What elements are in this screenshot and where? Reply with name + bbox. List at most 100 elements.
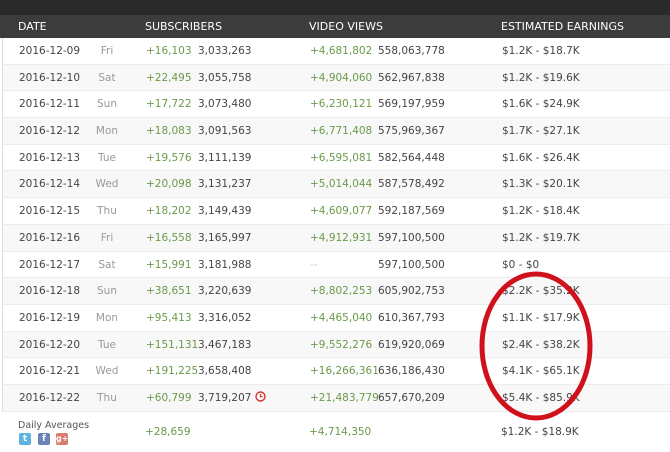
row-day: Mon — [95, 311, 119, 324]
row-view-total: 605,902,753 — [378, 285, 445, 298]
top-bar — [0, 0, 670, 15]
table-row: 2016-12-18 Sun +38,651 3,220,639 +8,802,253 6… — [3, 278, 670, 305]
table-header: DATE SUBSCRIBERS VIDEO VIEWS ESTIMATED E… — [0, 15, 670, 38]
table-row: 2016-12-12 Mon +18,083 3,091,563 +6,771,408 5… — [3, 118, 670, 145]
row-date: 2016-12-16 — [19, 231, 81, 244]
row-view-total: 569,197,959 — [378, 98, 445, 111]
row-day: Wed — [95, 365, 119, 378]
row-view-total: 558,063,778 — [378, 45, 445, 57]
table-body: 2016-12-09 Fri +16,103 3,033,263 +4,681,802 5… — [2, 38, 670, 412]
row-day: Fri — [100, 45, 114, 57]
avg-earnings: $1.2K - $18.9K — [501, 426, 579, 438]
row-view-total: 587,578,492 — [378, 178, 445, 191]
row-subscriber-delta: +17,722 — [146, 98, 192, 111]
row-subscriber-total: 3,149,439 — [198, 205, 252, 218]
row-earnings: $1.3K - $20.1K — [502, 178, 580, 191]
row-subscriber-delta: +38,651 — [146, 285, 192, 298]
header-video-views[interactable]: VIDEO VIEWS — [309, 20, 383, 33]
row-day: Thu — [97, 205, 117, 218]
row-subscriber-total: 3,033,263 — [198, 45, 252, 57]
row-subscriber-delta: +18,083 — [146, 125, 192, 138]
table-row: 2016-12-10 Sat +22,495 3,055,758 +4,904,060 5… — [3, 64, 670, 92]
row-subscriber-delta: +95,413 — [146, 311, 192, 324]
row-date: 2016-12-13 — [19, 151, 81, 164]
row-subscriber-delta: +60,799 — [146, 391, 192, 404]
table-row: 2016-12-13 Tue +19,576 3,111,139 +6,595,081 5… — [3, 145, 670, 172]
row-view-total: 562,967,838 — [378, 71, 445, 84]
row-day: Wed — [95, 178, 119, 191]
row-day: Thu — [97, 391, 117, 404]
facebook-icon[interactable]: f — [38, 433, 50, 445]
row-subscriber-total: 3,181,988 — [198, 258, 252, 271]
row-date: 2016-12-15 — [19, 205, 81, 218]
google-plus-icon[interactable]: g+ — [56, 433, 68, 445]
row-date: 2016-12-19 — [19, 311, 81, 324]
row-subscriber-total: 3,467,183 — [198, 338, 252, 351]
row-view-delta: +4,681,802 — [310, 45, 373, 57]
row-subscriber-delta: +18,202 — [146, 205, 192, 218]
row-view-delta: +4,904,060 — [310, 71, 373, 84]
row-view-delta: +21,483,779 — [310, 391, 379, 404]
row-earnings: $1.2K - $18.4K — [502, 205, 580, 218]
row-earnings: $1.1K - $17.9K — [502, 311, 580, 324]
row-earnings: $1.2K - $19.6K — [502, 71, 580, 84]
row-day: Fri — [100, 231, 114, 244]
row-view-delta: -- — [310, 258, 318, 271]
row-earnings: $1.2K - $19.7K — [502, 231, 580, 244]
row-view-total: 582,564,448 — [378, 151, 445, 164]
row-earnings: $1.7K - $27.1K — [502, 125, 580, 138]
table-row: 2016-12-16 Fri +16,558 3,165,997 +4,912,931 5… — [3, 224, 670, 252]
table-row: 2016-12-11 Sun +17,722 3,073,480 +6,230,121 5… — [3, 91, 670, 119]
row-earnings: $5.4K - $85.9K — [502, 391, 580, 404]
row-view-delta: +4,912,931 — [310, 231, 373, 244]
row-date: 2016-12-10 — [19, 71, 81, 84]
row-subscriber-delta: +20,098 — [146, 178, 192, 191]
header-date[interactable]: DATE — [18, 20, 47, 33]
row-view-delta: +4,465,040 — [310, 311, 373, 324]
row-date: 2016-12-12 — [19, 125, 81, 138]
table-row: 2016-12-14 Wed +20,098 3,131,237 +5,014,044 5… — [3, 171, 670, 199]
row-subscriber-delta: +16,558 — [146, 231, 192, 244]
table-row: 2016-12-09 Fri +16,103 3,033,263 +4,681,802 5… — [3, 38, 670, 65]
row-subscriber-total: 3,073,480 — [198, 98, 252, 111]
row-view-total: 597,100,500 — [378, 231, 445, 244]
row-date: 2016-12-14 — [19, 178, 81, 191]
header-subscribers[interactable]: SUBSCRIBERS — [145, 20, 222, 33]
row-subscriber-delta: +191,225 — [146, 365, 199, 378]
row-earnings: $2.4K - $38.2K — [502, 338, 580, 351]
table-row: 2016-12-15 Thu +18,202 3,149,439 +4,609,077 5… — [3, 198, 670, 225]
table-row: 2016-12-17 Sat +15,991 3,181,988 -- 597,100,5… — [3, 252, 670, 279]
row-subscriber-delta: +151,131 — [146, 338, 199, 351]
table-row: 2016-12-20 Tue +151,131 3,467,183 +9,552,276… — [3, 331, 670, 359]
row-subscriber-total: 3,111,139 — [198, 151, 252, 164]
row-view-total: 636,186,430 — [378, 365, 445, 378]
row-date: 2016-12-17 — [19, 258, 81, 271]
clock-icon[interactable] — [255, 391, 266, 405]
row-earnings: $1.2K - $18.7K — [502, 45, 580, 57]
header-estimated-earnings[interactable]: ESTIMATED EARNINGS — [501, 20, 624, 33]
row-view-total: 619,920,069 — [378, 338, 445, 351]
row-view-delta: +6,230,121 — [310, 98, 373, 111]
row-earnings: $1.6K - $24.9K — [502, 98, 580, 111]
row-date: 2016-12-21 — [19, 365, 81, 378]
daily-averages-row: Daily Averages +28,659 +4,714,350 $1.2K … — [0, 412, 670, 452]
row-date: 2016-12-22 — [19, 391, 81, 404]
row-subscriber-total: 3,091,563 — [198, 125, 252, 138]
row-view-delta: +6,771,408 — [310, 125, 373, 138]
row-view-total: 610,367,793 — [378, 311, 445, 324]
row-view-total: 657,670,209 — [378, 391, 445, 404]
row-subscriber-delta: +22,495 — [146, 71, 192, 84]
row-subscriber-total: 3,658,408 — [198, 365, 252, 378]
row-day: Tue — [98, 151, 116, 164]
row-view-total: 592,187,569 — [378, 205, 445, 218]
row-date: 2016-12-09 — [19, 45, 81, 57]
avg-subscribers: +28,659 — [145, 426, 191, 438]
row-subscriber-delta: +15,991 — [146, 258, 192, 271]
row-day: Sat — [98, 71, 116, 84]
avg-views: +4,714,350 — [309, 426, 372, 438]
row-subscriber-delta: +16,103 — [146, 45, 192, 57]
row-subscriber-total: 3,719,207 — [198, 391, 252, 404]
row-day: Sun — [97, 98, 117, 111]
row-view-delta: +5,014,044 — [310, 178, 373, 191]
twitter-icon[interactable]: t — [19, 433, 31, 445]
